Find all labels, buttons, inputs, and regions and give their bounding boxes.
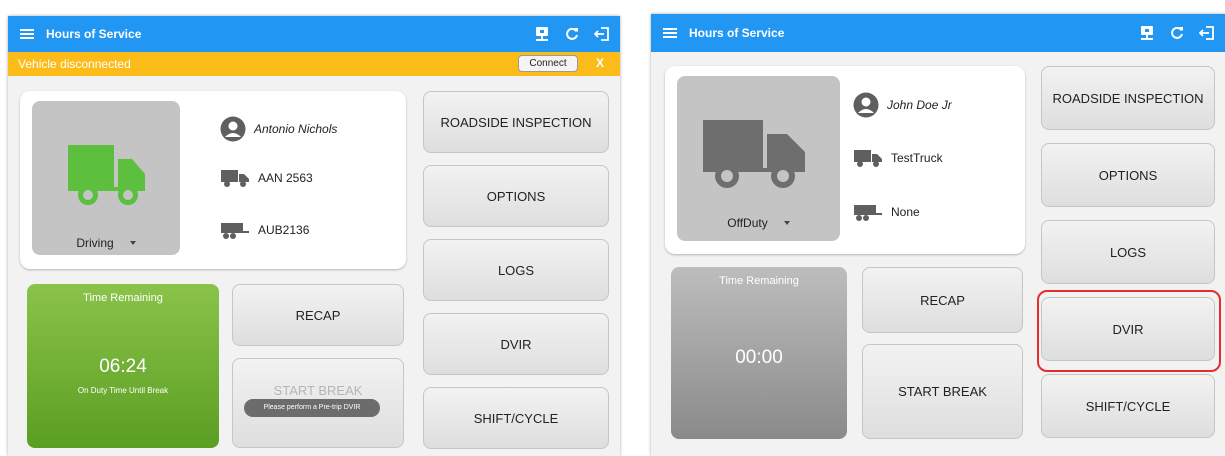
logout-icon[interactable] <box>594 26 610 42</box>
shift-cycle-button[interactable]: SHIFT/CYCLE <box>423 387 609 449</box>
pre-trip-dvir-toast: Please perform a Pre-trip DVIR <box>244 399 380 417</box>
menu-icon[interactable] <box>663 28 677 38</box>
duty-status-value: Driving <box>76 236 114 250</box>
options-button[interactable]: OPTIONS <box>423 165 609 227</box>
recap-button[interactable]: RECAP <box>232 284 404 346</box>
options-button[interactable]: OPTIONS <box>1041 143 1215 207</box>
trailer-number: None <box>891 205 920 219</box>
dvir-button[interactable]: DVIR <box>423 313 609 375</box>
trailer-number: AUB2136 <box>258 223 310 237</box>
roadside-inspection-button[interactable]: ROADSIDE INSPECTION <box>1041 66 1215 130</box>
time-remaining-value: 00:00 <box>735 347 783 368</box>
refresh-icon[interactable] <box>1169 25 1185 41</box>
start-break-button[interactable]: START BREAK <box>862 344 1023 439</box>
truck-icon <box>68 145 145 205</box>
eld-device-icon[interactable] <box>534 26 550 42</box>
trailer-icon <box>854 205 882 221</box>
duty-status-box[interactable]: Driving <box>32 101 180 255</box>
hos-screen-right: Hours of Service OffDuty John Doe Jr Tes… <box>651 14 1225 456</box>
truck-number: TestTruck <box>891 151 943 165</box>
shift-cycle-button[interactable]: SHIFT/CYCLE <box>1041 374 1215 438</box>
connect-button[interactable]: Connect <box>518 55 578 72</box>
menu-icon[interactable] <box>20 29 34 39</box>
driver-name: John Doe Jr <box>887 98 952 112</box>
trailer-icon <box>221 223 249 239</box>
driver-avatar-icon <box>853 92 879 118</box>
app-title: Hours of Service <box>689 26 785 40</box>
time-remaining-box: Time Remaining 00:00 <box>671 267 847 439</box>
truck-icon <box>703 120 805 188</box>
app-title: Hours of Service <box>46 27 142 41</box>
time-remaining-label: Time Remaining <box>719 275 799 287</box>
logs-button[interactable]: LOGS <box>423 239 609 301</box>
roadside-inspection-button[interactable]: ROADSIDE INSPECTION <box>423 91 609 153</box>
banner-close-button[interactable]: X <box>596 56 604 70</box>
dvir-highlight-box <box>1037 290 1221 372</box>
time-remaining-label: Time Remaining <box>83 292 163 304</box>
driver-name: Antonio Nichols <box>254 122 338 136</box>
start-break-label: START BREAK <box>273 383 363 398</box>
dropdown-arrow-icon[interactable] <box>783 221 790 225</box>
duty-status-box[interactable]: OffDuty <box>677 76 840 241</box>
duty-status-value: OffDuty <box>727 216 768 230</box>
banner-message: Vehicle disconnected <box>18 57 131 71</box>
time-remaining-box: Time Remaining 06:24 On Duty Time Until … <box>27 284 219 448</box>
truck-small-icon <box>854 150 882 167</box>
eld-device-icon[interactable] <box>1139 25 1155 41</box>
dropdown-arrow-icon[interactable] <box>129 241 136 245</box>
status-card: OffDuty John Doe Jr TestTruck None <box>665 66 1025 254</box>
driver-avatar-icon <box>220 116 246 142</box>
truck-number: AAN 2563 <box>258 171 313 185</box>
app-bar: Hours of Service <box>8 16 620 52</box>
status-card: Driving Antonio Nichols AAN 2563 AUB2136 <box>20 91 406 269</box>
refresh-icon[interactable] <box>564 26 580 42</box>
time-remaining-value: 06:24 <box>99 356 147 377</box>
truck-small-icon <box>221 170 249 187</box>
logs-button[interactable]: LOGS <box>1041 220 1215 284</box>
recap-button[interactable]: RECAP <box>862 267 1023 333</box>
disconnect-banner: Vehicle disconnected Connect X <box>8 52 620 76</box>
logout-icon[interactable] <box>1199 25 1215 41</box>
app-bar: Hours of Service <box>651 14 1225 52</box>
time-remaining-subtitle: On Duty Time Until Break <box>77 386 169 395</box>
